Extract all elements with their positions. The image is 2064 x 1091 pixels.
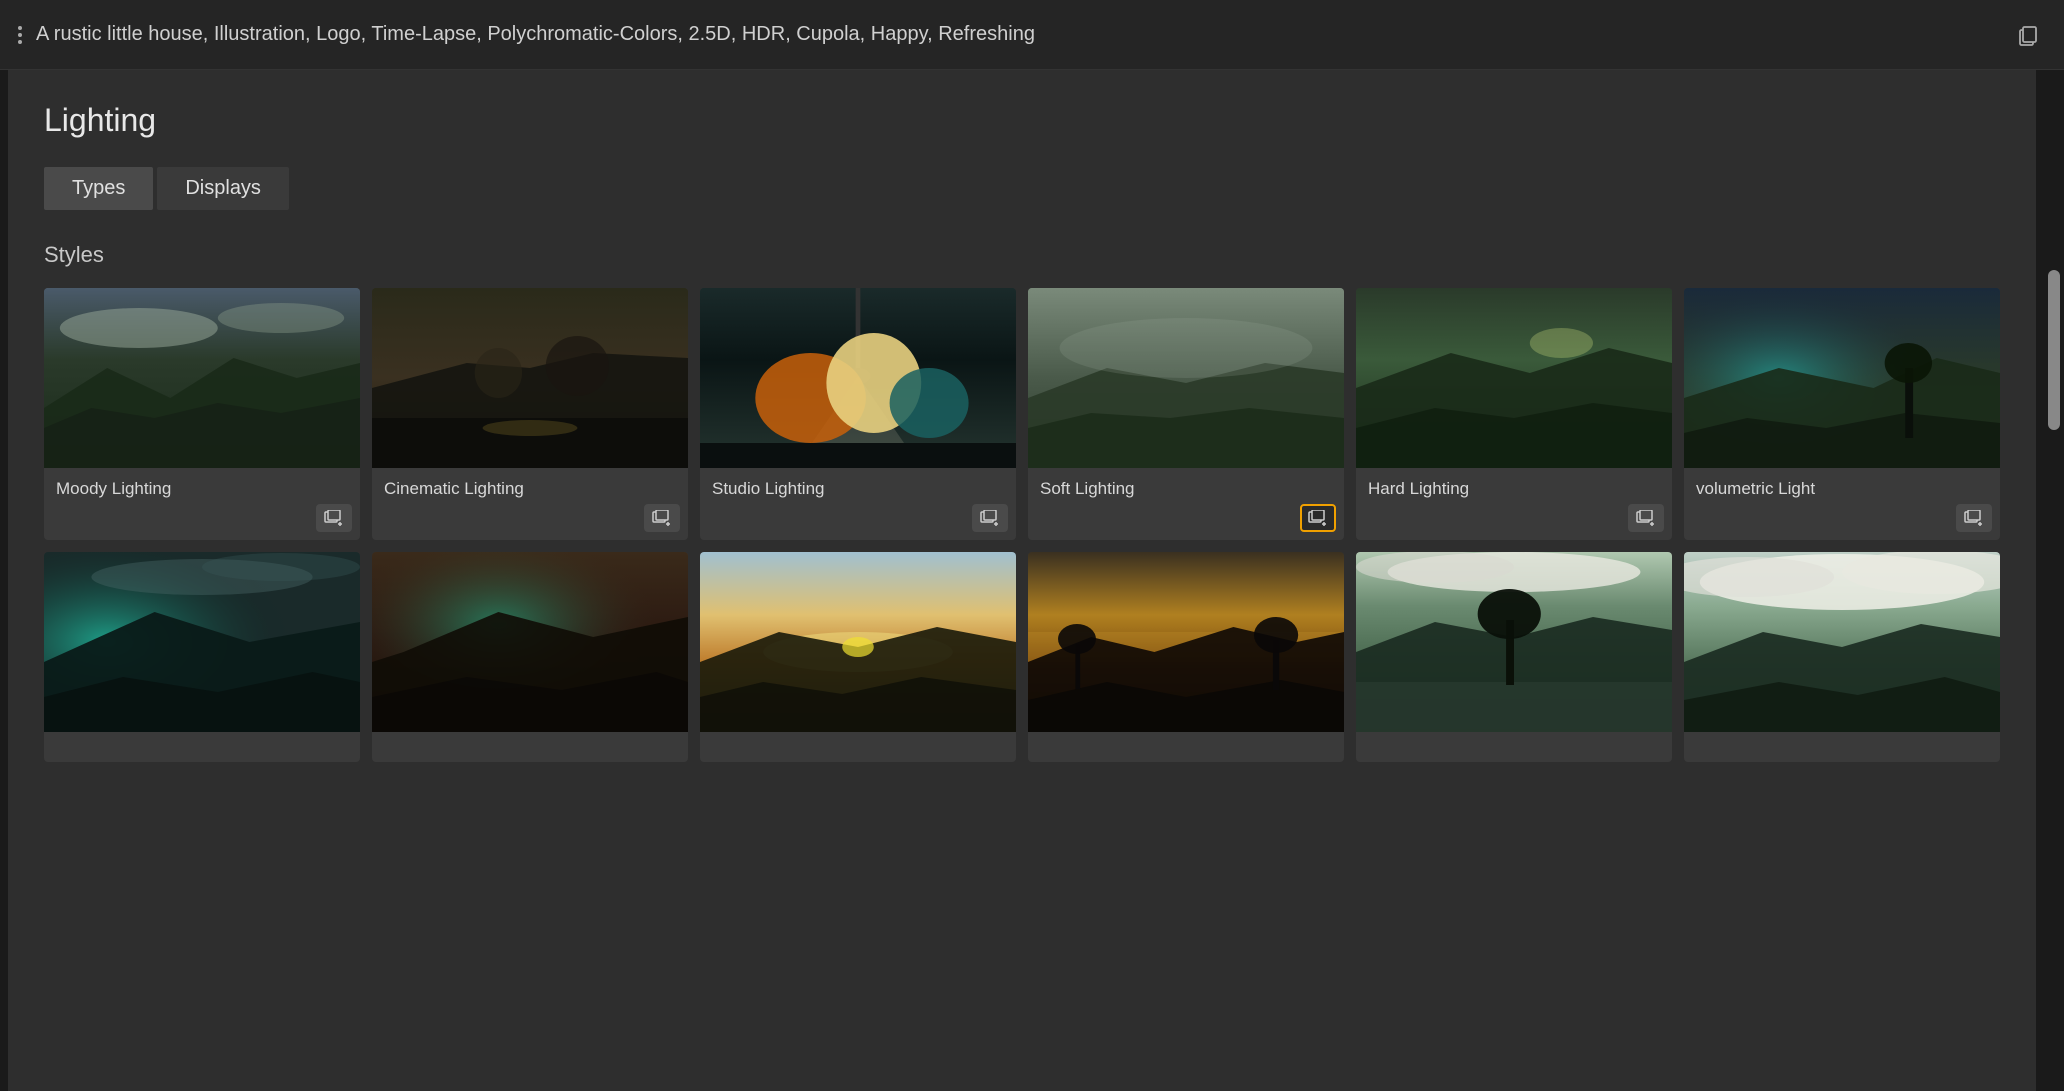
style-card-image-r2-6: [1684, 552, 2000, 732]
top-bar: A rustic little house, Illustration, Log…: [0, 0, 2064, 70]
style-card-volumetric[interactable]: volumetric Light: [1684, 288, 2000, 540]
style-card-hard[interactable]: Hard Lighting: [1356, 288, 1672, 540]
style-card-cinematic[interactable]: Cinematic Lighting: [372, 288, 688, 540]
styles-grid-row2: [44, 552, 2000, 762]
style-card-r2-3[interactable]: [700, 552, 1016, 762]
style-card-image-r2-4: [1028, 552, 1344, 732]
tabs-row: Types Displays: [44, 167, 2000, 210]
styles-grid-row1: Moody Lighting: [44, 288, 2000, 540]
style-card-moody[interactable]: Moody Lighting: [44, 288, 360, 540]
add-to-prompt-moody[interactable]: [316, 504, 352, 532]
style-card-info-hard: Hard Lighting: [1356, 468, 1672, 540]
style-card-image-soft: [1028, 288, 1344, 468]
style-card-r2-2[interactable]: [372, 552, 688, 762]
add-to-prompt-studio[interactable]: [972, 504, 1008, 532]
style-card-image-r2-2: [372, 552, 688, 732]
style-card-image-hard: [1356, 288, 1672, 468]
style-card-info-soft: Soft Lighting: [1028, 468, 1344, 540]
style-card-info-r2-4: [1028, 732, 1344, 762]
style-card-name-cinematic: Cinematic Lighting: [384, 478, 676, 500]
style-card-r2-4[interactable]: [1028, 552, 1344, 762]
page-title: Lighting: [44, 102, 2000, 139]
style-card-studio[interactable]: Studio Lighting: [700, 288, 1016, 540]
add-to-prompt-soft[interactable]: [1300, 504, 1336, 532]
style-card-info-r2-3: [700, 732, 1016, 762]
copy-button[interactable]: [2010, 17, 2046, 53]
style-card-info-cinematic: Cinematic Lighting: [372, 468, 688, 540]
style-card-info-r2-1: [44, 732, 360, 762]
style-card-name-hard: Hard Lighting: [1368, 478, 1660, 500]
style-card-name-soft: Soft Lighting: [1040, 478, 1332, 500]
style-card-r2-1[interactable]: [44, 552, 360, 762]
section-styles-title: Styles: [44, 242, 2000, 268]
prompt-text: A rustic little house, Illustration, Log…: [36, 23, 1996, 46]
tab-types[interactable]: Types: [44, 167, 153, 210]
style-card-name-moody: Moody Lighting: [56, 478, 348, 500]
style-card-image-studio: [700, 288, 1016, 468]
add-to-prompt-cinematic[interactable]: [644, 504, 680, 532]
add-to-prompt-hard[interactable]: [1628, 504, 1664, 532]
scrollbar-thumb[interactable]: [2048, 270, 2060, 430]
style-card-name-volumetric: volumetric Light: [1696, 478, 1988, 500]
style-card-info-volumetric: volumetric Light: [1684, 468, 2000, 540]
tab-displays[interactable]: Displays: [157, 167, 289, 210]
style-card-image-moody: [44, 288, 360, 468]
style-card-image-r2-3: [700, 552, 1016, 732]
style-card-soft[interactable]: Soft Lighting: [1028, 288, 1344, 540]
style-card-r2-5[interactable]: [1356, 552, 1672, 762]
style-card-info-moody: Moody Lighting: [44, 468, 360, 540]
style-card-image-cinematic: [372, 288, 688, 468]
style-card-image-r2-5: [1356, 552, 1672, 732]
scrollbar[interactable]: [2044, 70, 2064, 1091]
add-to-prompt-volumetric[interactable]: [1956, 504, 1992, 532]
style-card-info-r2-5: [1356, 732, 1672, 762]
content-area: Lighting Types Displays Styles: [8, 70, 2036, 1091]
style-card-name-studio: Studio Lighting: [712, 478, 1004, 500]
style-card-info-r2-2: [372, 732, 688, 762]
style-card-image-volumetric: [1684, 288, 2000, 468]
style-card-info-r2-6: [1684, 732, 2000, 762]
more-options-button[interactable]: [18, 26, 22, 44]
style-card-info-studio: Studio Lighting: [700, 468, 1016, 540]
style-card-r2-6[interactable]: [1684, 552, 2000, 762]
style-card-image-r2-1: [44, 552, 360, 732]
